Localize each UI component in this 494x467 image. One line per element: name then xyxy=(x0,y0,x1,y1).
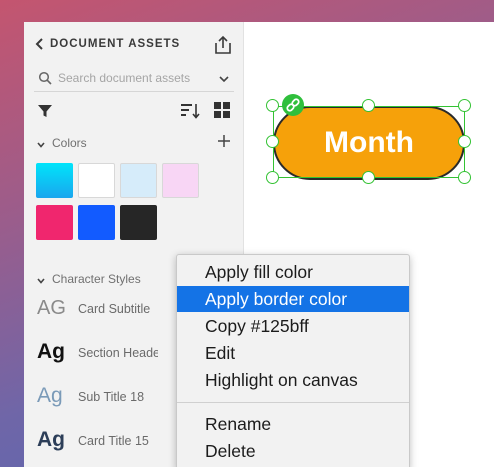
color-swatch-white[interactable] xyxy=(78,163,115,198)
app-window: DOCUMENT ASSETS Search document assets C… xyxy=(24,22,494,467)
share-icon[interactable] xyxy=(212,34,234,56)
color-swatch-dark[interactable] xyxy=(120,205,157,240)
style-preview-glyph: Ag xyxy=(37,384,63,407)
resize-handle-left[interactable] xyxy=(266,135,279,148)
color-swatch-cyan[interactable] xyxy=(36,163,73,198)
add-color-icon[interactable] xyxy=(216,133,232,149)
search-icon xyxy=(38,71,52,85)
resize-handle-bottom[interactable] xyxy=(362,171,375,184)
resize-handle-right[interactable] xyxy=(458,135,471,148)
menu-item-highlight-on-canvas[interactable]: Highlight on canvas xyxy=(177,367,409,393)
character-style-name: Card Title 15 xyxy=(78,434,149,448)
search-input[interactable] xyxy=(58,68,208,88)
search-box xyxy=(34,66,234,92)
character-styles-label: Character Styles xyxy=(52,272,141,286)
context-menu: Apply fill color Apply border color Copy… xyxy=(176,254,410,467)
color-swatch-blue[interactable] xyxy=(78,205,115,240)
color-swatch-pink[interactable] xyxy=(36,205,73,240)
style-preview-glyph: Ag xyxy=(37,340,65,363)
menu-item-apply-fill-color[interactable]: Apply fill color xyxy=(177,259,409,285)
resize-handle-bottom-left[interactable] xyxy=(266,171,279,184)
style-preview-glyph: AG xyxy=(37,297,66,319)
menu-item-rename[interactable]: Rename xyxy=(177,411,409,437)
menu-separator xyxy=(177,402,409,403)
style-preview-glyph: Ag xyxy=(37,428,65,451)
menu-item-edit[interactable]: Edit xyxy=(177,340,409,366)
color-swatch-light-blue[interactable] xyxy=(120,163,157,198)
panel-title: DOCUMENT ASSETS xyxy=(50,38,181,50)
chevron-down-icon[interactable] xyxy=(36,137,46,148)
character-style-name: Sub Title 18 xyxy=(78,390,145,404)
resize-handle-bottom-right[interactable] xyxy=(458,171,471,184)
panel-header: DOCUMENT ASSETS xyxy=(24,22,244,66)
colors-section-label: Colors xyxy=(52,136,87,150)
resize-handle-top-left[interactable] xyxy=(266,99,279,112)
colors-section-header[interactable]: Colors xyxy=(24,130,244,154)
color-swatch-light-pink[interactable] xyxy=(162,163,199,198)
character-style-name: Card Subtitle xyxy=(78,302,151,316)
chevron-down-icon[interactable] xyxy=(36,273,46,284)
sort-icon[interactable] xyxy=(180,102,200,120)
back-chevron-icon[interactable] xyxy=(34,36,46,52)
menu-item-apply-border-color[interactable]: Apply border color xyxy=(177,286,409,312)
filter-icon[interactable] xyxy=(37,103,53,119)
grid-view-icon[interactable] xyxy=(214,102,230,118)
link-icon[interactable] xyxy=(282,94,304,116)
resize-handle-top[interactable] xyxy=(362,99,375,112)
assets-toolbar xyxy=(24,96,244,126)
menu-item-copy-color[interactable]: Copy #125bff xyxy=(177,313,409,339)
menu-item-delete[interactable]: Delete xyxy=(177,438,409,464)
resize-handle-top-right[interactable] xyxy=(458,99,471,112)
character-style-name: Section Header xyxy=(78,346,158,360)
chevron-down-icon[interactable] xyxy=(218,72,230,84)
selection-box xyxy=(273,106,465,178)
